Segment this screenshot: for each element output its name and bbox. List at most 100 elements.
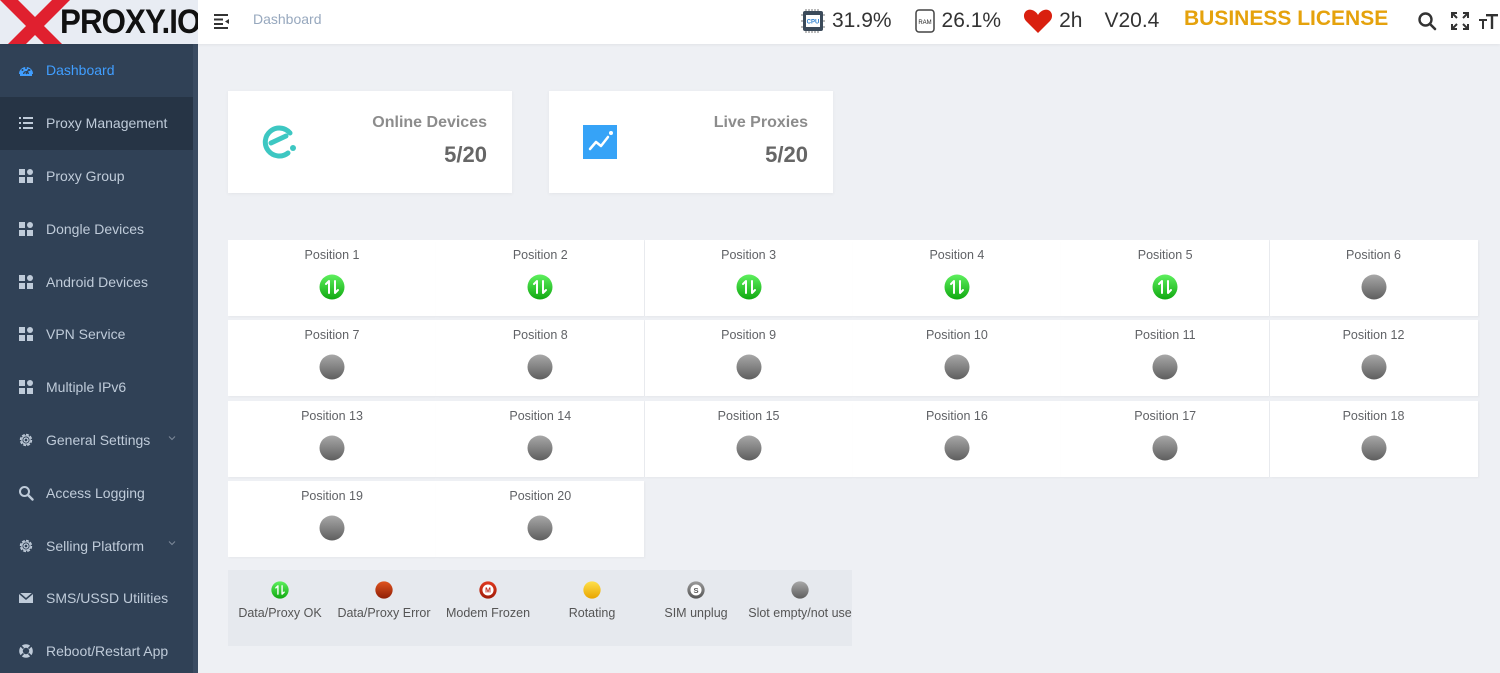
slot-empty-icon <box>319 515 345 541</box>
menu-toggle-icon[interactable] <box>212 11 232 31</box>
status-legend: Data/Proxy OK Data/Proxy Error M Modem Froz… <box>228 570 852 646</box>
position-label: Position 6 <box>1346 248 1401 262</box>
slot-empty-icon <box>1152 354 1178 380</box>
position-cell[interactable]: Position 13 <box>228 400 436 477</box>
proxy-error-icon <box>375 581 393 599</box>
position-cell[interactable]: Position 20 <box>436 480 645 557</box>
uptime-stat: 2h <box>1023 8 1082 34</box>
position-label: Position 2 <box>512 248 568 262</box>
cpu-value: 31.9% <box>832 9 892 32</box>
version-value: V20.4 <box>1104 9 1160 32</box>
position-cell[interactable]: Position 15 <box>644 400 853 477</box>
position-label: Position 13 <box>301 408 363 423</box>
position-cell[interactable]: Position 7 <box>228 320 436 397</box>
trend-chart-icon <box>583 125 617 159</box>
position-cell[interactable]: Position 6 <box>1269 240 1478 316</box>
position-cell[interactable]: Position 16 <box>852 400 1061 477</box>
position-cell[interactable]: Position 3 <box>644 240 853 316</box>
position-label: Position 12 <box>1342 328 1405 343</box>
slot-empty-icon <box>944 435 970 461</box>
sidebar-item-proxy-group[interactable]: Proxy Group <box>0 150 198 203</box>
font-size-icon[interactable] <box>1478 10 1500 32</box>
slot-empty-icon <box>791 581 809 599</box>
position-cell[interactable]: Position 8 <box>436 320 645 397</box>
legend-item: Slot empty/not use <box>748 581 852 620</box>
legend-label: Rotating <box>568 606 616 620</box>
dashboard-icon <box>18 62 34 78</box>
position-cell[interactable]: Position 12 <box>1269 320 1478 397</box>
slot-empty-icon <box>1152 435 1178 461</box>
ram-stat: RAM 26.1% <box>914 8 1002 34</box>
position-label: Position 11 <box>1134 328 1196 343</box>
sidebar-item-proxy-management[interactable]: Proxy Management <box>0 96 198 150</box>
cpu-stat: CPU 31.9% <box>800 8 892 34</box>
sidebar-item-general-settings[interactable]: General Settings <box>0 414 198 467</box>
sidebar-item-selling-platform[interactable]: Selling Platform <box>0 519 198 572</box>
svg-text:M: M <box>485 587 491 594</box>
position-label: Position 1 <box>304 248 360 262</box>
position-cell[interactable]: Position 11 <box>1061 320 1270 397</box>
position-label: Position 7 <box>304 328 360 343</box>
ram-value: 26.1% <box>941 9 1002 32</box>
legend-label: Data/Proxy Error <box>337 606 431 620</box>
license-badge: BUSINESS LICENSE <box>1184 7 1389 30</box>
position-label: Position 20 <box>509 488 572 503</box>
position-cell[interactable]: Position 19 <box>228 480 436 557</box>
sidebar-item-sms-ussd-utilities[interactable]: SMS/USSD Utilities <box>0 572 198 625</box>
sidebar-item-access-logging[interactable]: Access Logging <box>0 466 198 519</box>
sidebar-item-label: Dongle Devices <box>46 220 145 237</box>
rotating-icon <box>583 581 601 599</box>
uptime-value: 2h <box>1059 9 1083 32</box>
gear-icon <box>18 432 34 448</box>
sidebar-item-label: Reboot/Restart App <box>46 643 169 660</box>
chevron-down-icon[interactable] <box>168 539 176 547</box>
position-cell[interactable]: Position 14 <box>436 400 645 477</box>
sidebar-item-reboot-restart-app[interactable]: Reboot/Restart App <box>0 625 198 673</box>
sidebar-item-dongle-devices[interactable]: Dongle Devices <box>0 202 198 255</box>
grid-icon <box>18 274 34 290</box>
position-cell[interactable]: Position 18 <box>1269 400 1478 477</box>
sidebar-item-android-devices[interactable]: Android Devices <box>0 255 198 308</box>
system-stats: CPU 31.9% RAM 26.1% 2h V20.4 <box>800 6 1181 36</box>
position-cell[interactable]: Position 5 <box>1061 240 1270 316</box>
position-label: Position 9 <box>721 328 777 343</box>
sim-unplug-icon: S <box>687 581 705 599</box>
legend-label: Modem Frozen <box>445 606 531 620</box>
slot-empty-icon <box>527 515 553 541</box>
logo[interactable]: PROXY.IO <box>0 0 198 44</box>
live-proxies-card[interactable]: Live Proxies 5/20 <box>549 91 833 193</box>
card-title: Online Devices <box>372 114 487 131</box>
modem-frozen-icon: M <box>479 581 497 599</box>
fullscreen-icon[interactable] <box>1449 10 1471 32</box>
sidebar-item-label: Proxy Group <box>46 167 125 184</box>
sidebar-item-label: Android Devices <box>46 273 148 290</box>
position-cell[interactable]: Position 10 <box>852 320 1061 397</box>
logo-text: PROXY.IO <box>60 3 198 41</box>
proxy-ok-icon <box>1152 274 1178 300</box>
sidebar-item-dashboard[interactable]: Dashboard <box>0 44 198 97</box>
svg-text:RAM: RAM <box>918 20 931 26</box>
position-cell[interactable]: Position 17 <box>1061 400 1270 477</box>
search-icon[interactable] <box>1416 10 1438 32</box>
lifebuoy-icon <box>18 643 34 659</box>
slot-empty-icon <box>319 354 345 380</box>
breadcrumb[interactable]: Dashboard <box>253 11 322 27</box>
position-label: Position 14 <box>509 408 572 423</box>
position-cell[interactable]: Position 2 <box>436 240 645 316</box>
online-devices-card[interactable]: Online Devices 5/20 <box>228 91 512 193</box>
search-icon <box>18 485 34 501</box>
position-cell[interactable]: Position 4 <box>852 240 1061 316</box>
proxy-ok-icon <box>527 274 553 300</box>
top-header: PROXY.IO Dashboard CPU 31.9% RAM 26.1% 2… <box>0 0 1500 44</box>
grid-icon <box>18 221 34 237</box>
position-label: Position 19 <box>301 488 363 503</box>
position-label: Position 10 <box>925 328 988 343</box>
sidebar-item-label: Dashboard <box>46 62 115 79</box>
position-cell[interactable]: Position 9 <box>644 320 853 397</box>
grid-icon <box>18 168 34 184</box>
position-cell[interactable]: Position 1 <box>228 240 436 316</box>
ram-icon: RAM <box>914 9 935 33</box>
chevron-down-icon[interactable] <box>168 434 176 442</box>
sidebar-item-multiple-ipv6[interactable]: Multiple IPv6 <box>0 361 198 414</box>
sidebar-item-vpn-service[interactable]: VPN Service <box>0 308 198 361</box>
